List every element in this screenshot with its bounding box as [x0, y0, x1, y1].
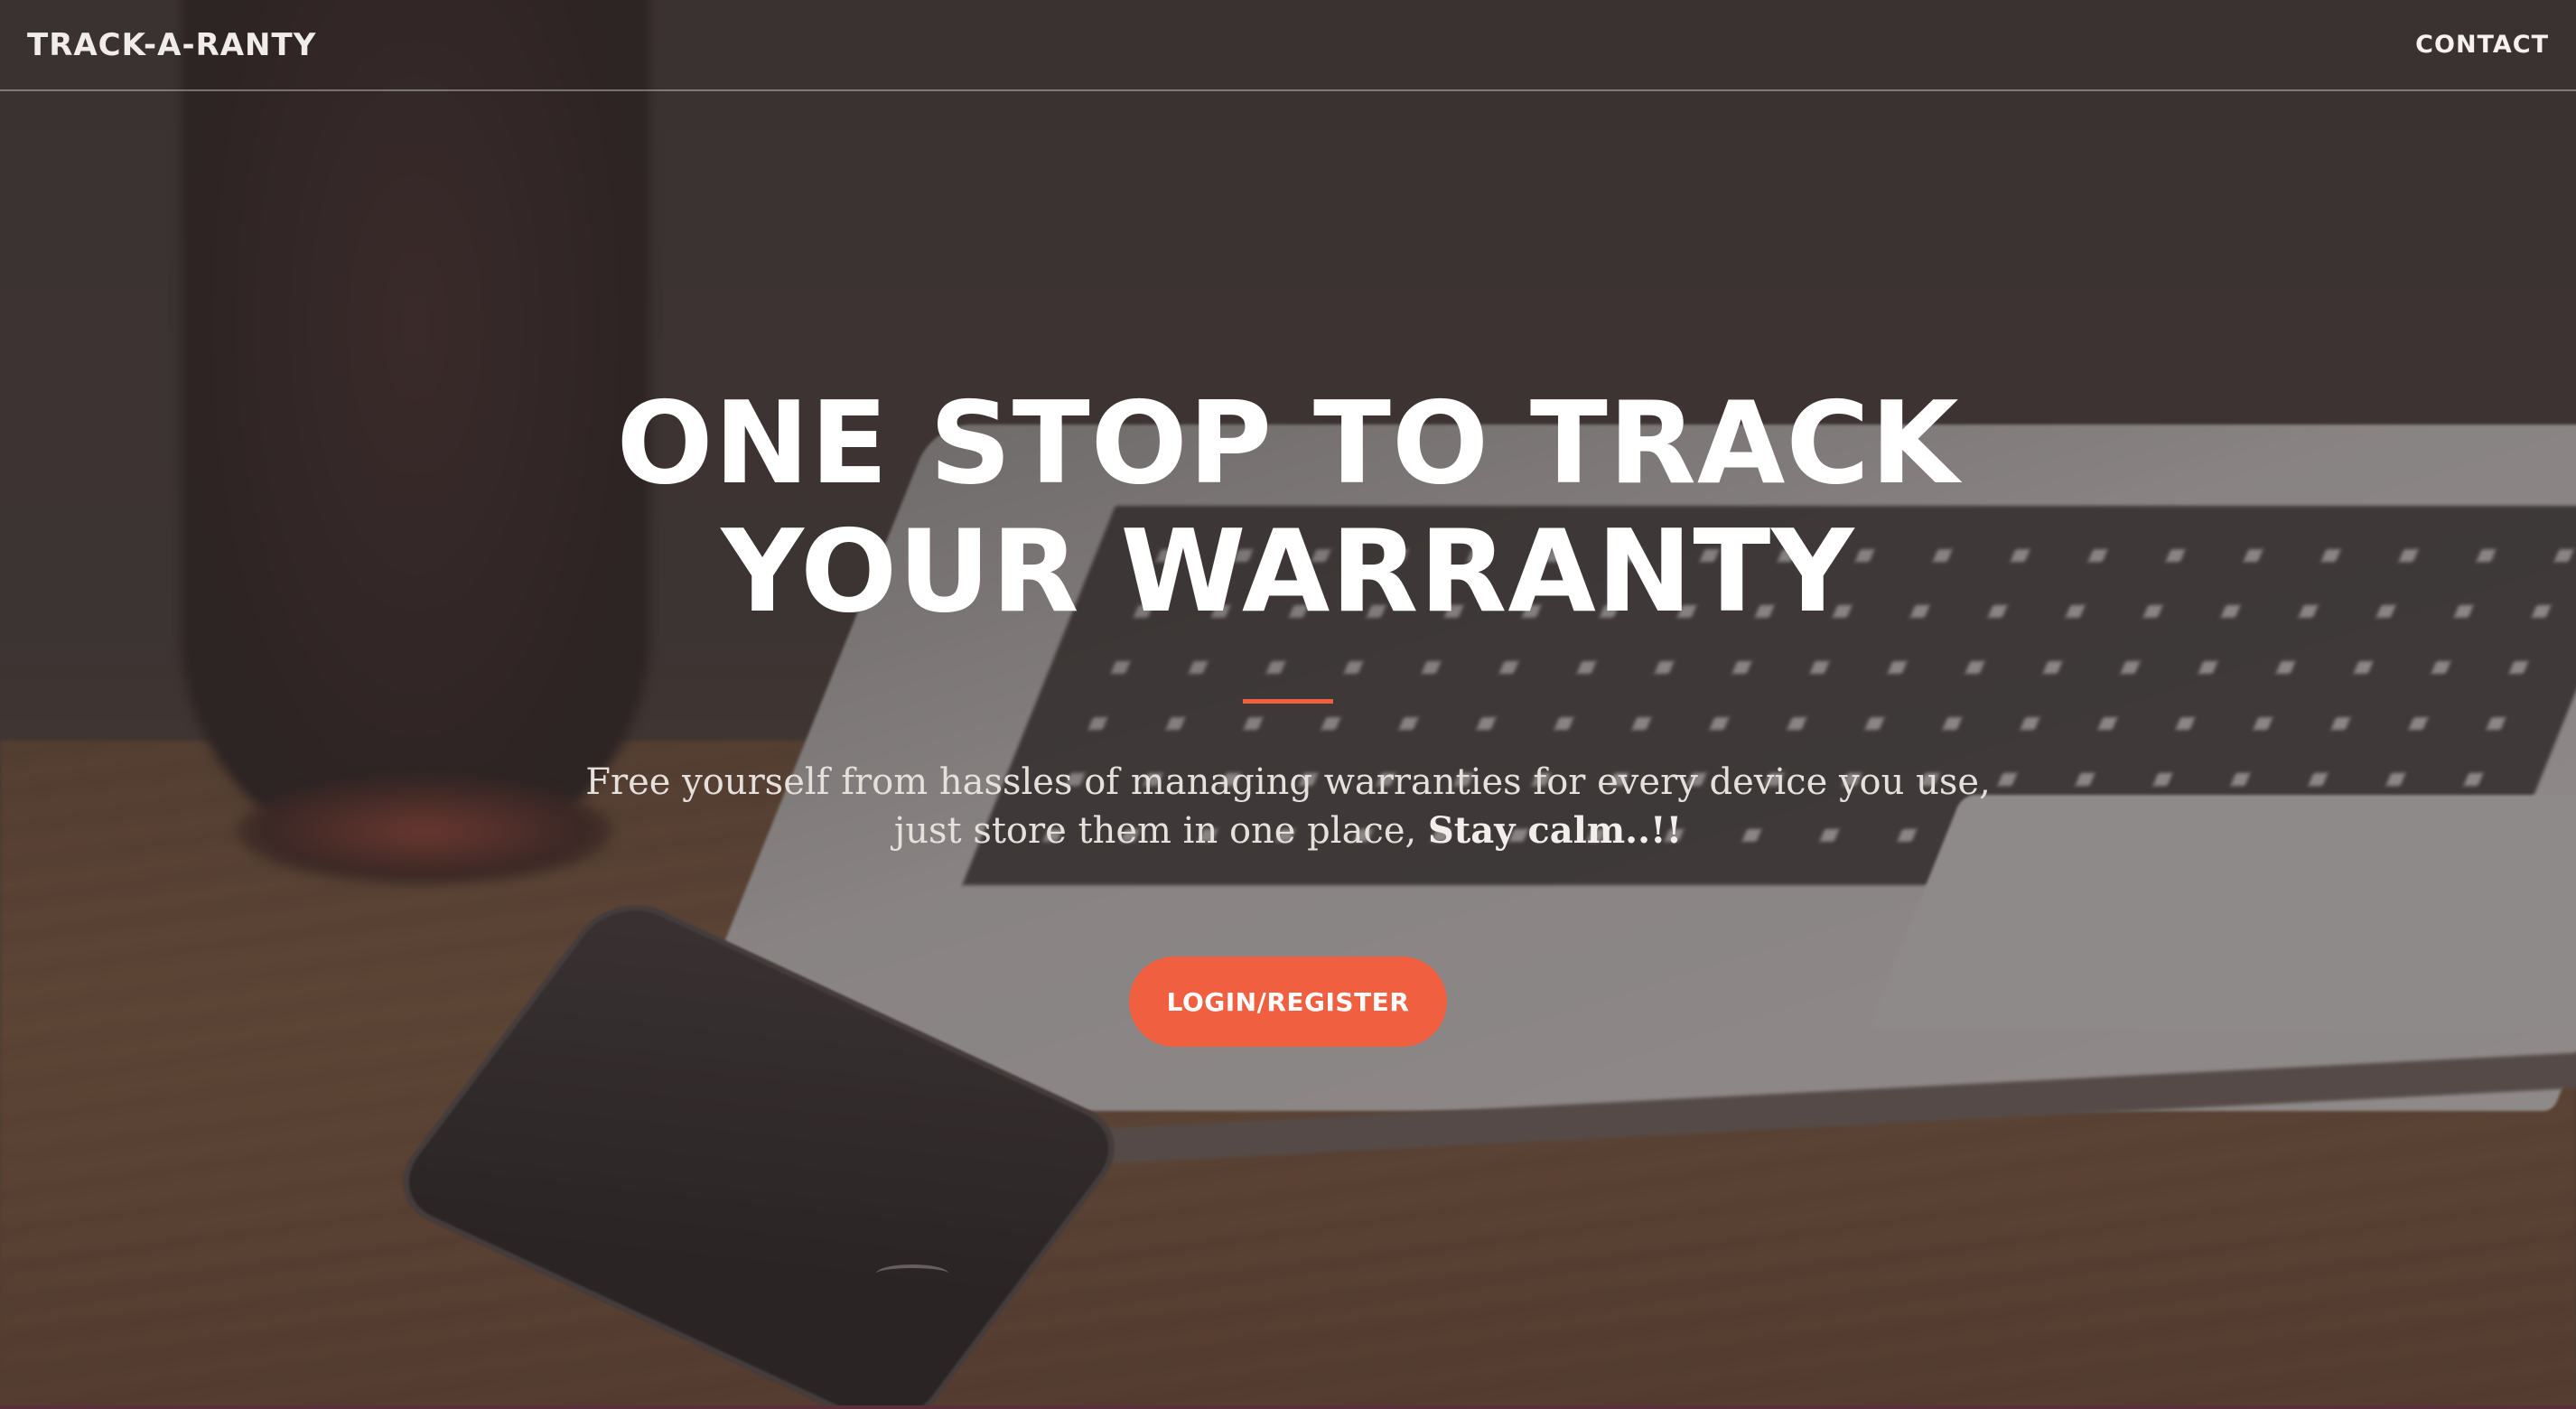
hero-section: TRACK-A-RANTY CONTACT ONE STOP TO TRACK … [0, 0, 2576, 1409]
accent-divider [1243, 699, 1333, 704]
top-navbar: TRACK-A-RANTY CONTACT [0, 0, 2576, 91]
brand-logo-link[interactable]: TRACK-A-RANTY [27, 27, 316, 63]
nav-contact-link[interactable]: CONTACT [2415, 31, 2549, 59]
bottom-edge-line [0, 1405, 2576, 1409]
hero-headline: ONE STOP TO TRACK YOUR WARRANTY [616, 377, 1960, 638]
hero-subtitle: Free yourself from hassles of managing w… [565, 758, 2011, 855]
hero-subtitle-text: Free yourself from hassles of managing w… [585, 761, 1991, 852]
login-register-button[interactable]: LOGIN/REGISTER [1129, 956, 1447, 1047]
hero-subtitle-emphasis: Stay calm..!! [1427, 809, 1683, 852]
hero-content: ONE STOP TO TRACK YOUR WARRANTY Free you… [0, 379, 2576, 1047]
